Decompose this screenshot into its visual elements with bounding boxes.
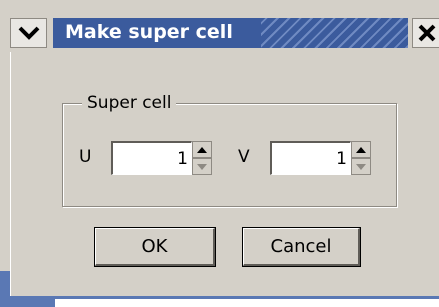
up-arrow-icon	[197, 146, 207, 153]
u-spin-down[interactable]	[192, 158, 212, 175]
v-input[interactable]: 1	[270, 141, 351, 175]
v-spin-down[interactable]	[351, 158, 371, 175]
close-icon	[418, 24, 436, 42]
dialog-window: Make super cell Super cell U 1 V 1 OK Ca…	[0, 0, 439, 307]
up-arrow-icon	[356, 146, 366, 153]
chevron-down-icon	[18, 26, 39, 40]
v-label: V	[238, 147, 250, 167]
group-label: Super cell	[82, 93, 177, 113]
title-strip[interactable]: Make super cell	[53, 18, 408, 48]
v-spin-up[interactable]	[351, 141, 371, 158]
ok-button[interactable]: OK	[94, 227, 216, 267]
window-bottom-edge	[10, 296, 439, 307]
close-button[interactable]	[412, 18, 439, 48]
title-bar: Make super cell	[0, 0, 439, 52]
v-spinbox: 1	[270, 141, 371, 175]
window-menu-button[interactable]	[10, 18, 47, 48]
u-input[interactable]: 1	[111, 141, 192, 175]
u-spinbox: 1	[111, 141, 212, 175]
u-spin-up[interactable]	[192, 141, 212, 158]
window-title: Make super cell	[65, 21, 233, 43]
window-left-edge	[0, 52, 11, 307]
cancel-button[interactable]: Cancel	[242, 227, 361, 267]
u-label: U	[79, 147, 92, 167]
down-arrow-icon	[197, 163, 207, 170]
down-arrow-icon	[356, 163, 366, 170]
